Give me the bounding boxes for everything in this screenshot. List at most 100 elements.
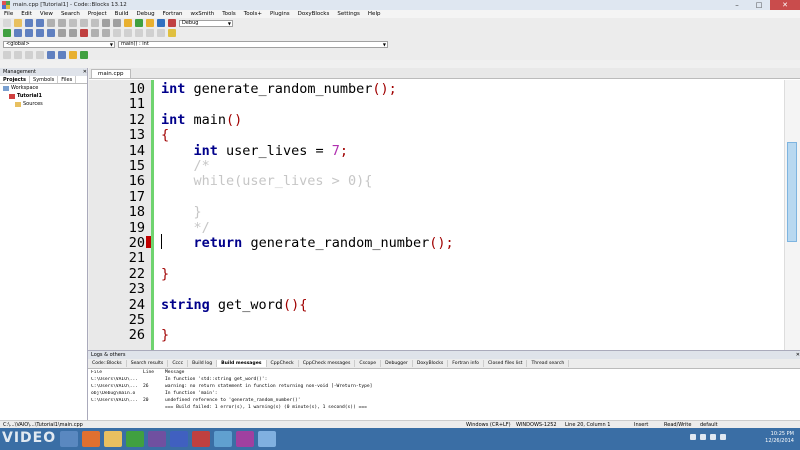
maximize-button[interactable]: □	[748, 0, 770, 10]
build-icon[interactable]	[124, 19, 132, 27]
tab-search-results[interactable]: Search results	[127, 360, 169, 367]
tab-main-cpp[interactable]: main.cpp	[91, 69, 131, 78]
next-bookmark-icon[interactable]	[25, 51, 33, 59]
menu-search[interactable]: Search	[57, 11, 84, 17]
tab-doxyblocks[interactable]: DoxyBlocks	[413, 360, 449, 367]
step-out-icon[interactable]	[47, 29, 55, 37]
new-file-icon[interactable]	[3, 19, 11, 27]
menu-fortran[interactable]: Fortran	[159, 11, 187, 17]
code-line[interactable]: 10 int generate_random_number();	[89, 81, 769, 98]
chrome-icon[interactable]	[126, 431, 144, 447]
code-line[interactable]: 11	[89, 97, 769, 113]
code-line[interactable]: 26}	[89, 328, 769, 344]
menu-plugins[interactable]: Plugins	[266, 11, 294, 17]
code-line[interactable]: 12 int main()	[89, 112, 769, 129]
tab-cppcheck-messages[interactable]: CppCheck messages	[299, 360, 356, 367]
regex-icon[interactable]	[168, 29, 176, 37]
message-row[interactable]: C:\Users\VAIO\... In function 'std::strin…	[88, 376, 800, 383]
code-line[interactable]: 14 int user_lives = 7;	[89, 143, 769, 160]
prev-bookmark-icon[interactable]	[14, 51, 22, 59]
code-line[interactable]: 16 while(user_lives > 0){	[89, 174, 769, 190]
menu-tools[interactable]: Tools	[218, 11, 240, 17]
run-icon[interactable]	[135, 19, 143, 27]
menu-settings[interactable]: Settings	[333, 11, 364, 17]
minimize-button[interactable]: –	[726, 0, 748, 10]
code-line[interactable]: 17	[89, 189, 769, 206]
replace-icon[interactable]	[113, 19, 121, 27]
tab-codeblocks[interactable]: Code::Blocks	[88, 360, 127, 367]
window-task-icon[interactable]	[258, 431, 276, 447]
bookmark-icon[interactable]	[124, 29, 132, 37]
redo-icon[interactable]	[58, 19, 66, 27]
code-line[interactable]: 23	[89, 282, 769, 298]
menu-project[interactable]: Project	[84, 11, 111, 17]
menu-file[interactable]: File	[0, 11, 17, 17]
match-brace-icon[interactable]	[3, 51, 11, 59]
tab-cppcheck[interactable]: CppCheck	[267, 360, 299, 367]
build-target-select[interactable]: Debug ▼	[179, 19, 233, 27]
doxy-html-icon[interactable]	[80, 51, 88, 59]
cut-icon[interactable]	[69, 19, 77, 27]
start-orb-icon[interactable]	[60, 431, 78, 447]
jump-back-icon[interactable]	[135, 29, 143, 37]
code-line[interactable]: 25	[89, 312, 769, 329]
message-row[interactable]: C:\Users\VAIO\... 20 undefined reference t…	[88, 397, 800, 404]
toggle-comment-icon[interactable]	[113, 29, 121, 37]
highlight-icon[interactable]	[157, 29, 165, 37]
message-row[interactable]: obj\Debug\main.o In function 'main':	[88, 390, 800, 397]
tab-closed-files[interactable]: Closed files list	[484, 360, 528, 367]
debug-continue-icon[interactable]	[3, 29, 11, 37]
copy-icon[interactable]	[80, 19, 88, 27]
save-icon[interactable]	[25, 19, 33, 27]
app-icon-red[interactable]	[192, 431, 210, 447]
tray-network-icon[interactable]	[700, 434, 706, 440]
tab-build-log[interactable]: Build log	[188, 360, 218, 367]
step-into-icon[interactable]	[36, 29, 44, 37]
next-line-icon[interactable]	[25, 29, 33, 37]
tray-volume-icon[interactable]	[710, 434, 716, 440]
tab-build-messages[interactable]: Build messages	[217, 360, 267, 367]
explorer-icon[interactable]	[104, 431, 122, 447]
tray-battery-icon[interactable]	[720, 434, 726, 440]
codeblocks-task-icon[interactable]	[214, 431, 232, 447]
abort-icon[interactable]	[168, 19, 176, 27]
clock[interactable]: 10:25 PM 12/26/2014	[765, 431, 794, 445]
firefox-icon[interactable]	[82, 431, 100, 447]
close-icon[interactable]: ✕	[83, 69, 87, 75]
tray-flag-icon[interactable]	[690, 434, 696, 440]
menu-build[interactable]: Build	[111, 11, 133, 17]
tree-item-workspace[interactable]: Workspace	[0, 84, 87, 92]
word-icon[interactable]	[170, 431, 188, 447]
save-all-icon[interactable]	[36, 19, 44, 27]
code-line[interactable]: 22}	[89, 266, 769, 283]
message-row[interactable]: C:\Users\VAIO\... 26 warning: no return st…	[88, 383, 800, 390]
code-line[interactable]: 21	[89, 251, 769, 267]
jump-forward-icon[interactable]	[146, 29, 154, 37]
doxy-run-icon[interactable]	[58, 51, 66, 59]
tab-debugger[interactable]: Debugger	[381, 360, 413, 367]
paste-icon[interactable]	[91, 19, 99, 27]
step-instruction-icon[interactable]	[69, 29, 77, 37]
menu-doxyblocks[interactable]: DoxyBlocks	[294, 11, 334, 17]
scrollbar-thumb[interactable]	[787, 142, 797, 242]
code-line[interactable]: 19 */	[89, 220, 769, 237]
doxy-config-icon[interactable]	[69, 51, 77, 59]
code-line[interactable]: 13 {	[89, 127, 769, 144]
debug-info-icon[interactable]	[102, 29, 110, 37]
code-line[interactable]: 24 string get_word(){	[89, 297, 769, 314]
function-select[interactable]: main() : int ▼	[118, 40, 388, 48]
debug-windows-icon[interactable]	[91, 29, 99, 37]
tree-item-project[interactable]: Tutorial1	[0, 92, 87, 100]
tab-fortran-info[interactable]: Fortran info	[448, 360, 484, 367]
menu-debug[interactable]: Debug	[132, 11, 158, 17]
media-icon[interactable]	[148, 431, 166, 447]
menu-wxsmith[interactable]: wxSmith	[186, 11, 218, 17]
tree-item-sources[interactable]: Sources	[0, 100, 87, 108]
menu-help[interactable]: Help	[364, 11, 385, 17]
tab-projects[interactable]: Projects	[0, 76, 31, 83]
recorder-icon[interactable]	[236, 431, 254, 447]
tab-cscope[interactable]: Cscope	[355, 360, 382, 367]
tab-thread-search[interactable]: Thread search	[527, 360, 570, 367]
tab-symbols[interactable]: Symbols	[30, 76, 59, 83]
rebuild-icon[interactable]	[157, 19, 165, 27]
